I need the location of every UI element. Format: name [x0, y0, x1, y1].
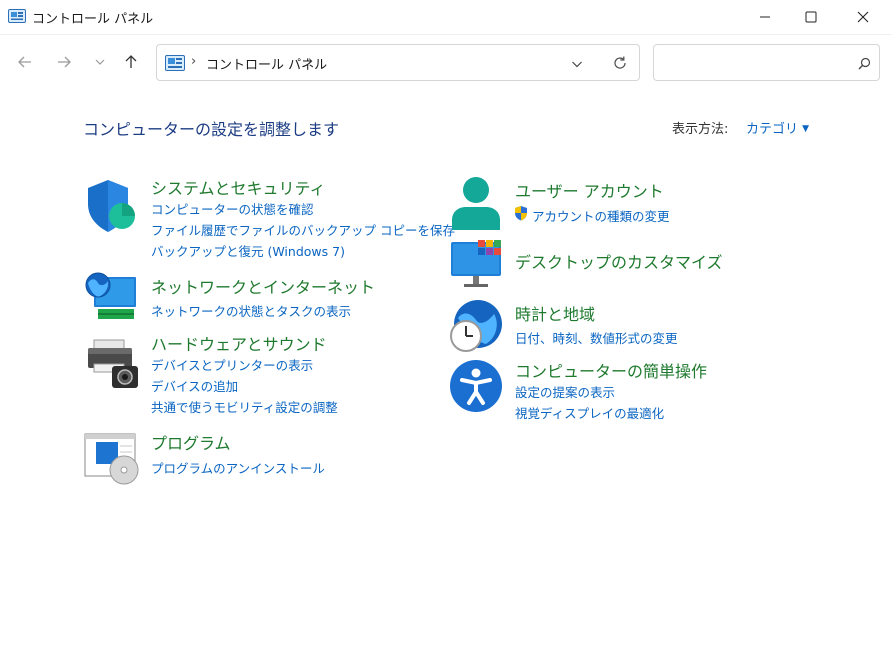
- category-desktop-customization[interactable]: デスクトップのカスタマイズ: [515, 249, 723, 273]
- link-devices-printers[interactable]: デバイスとプリンターの表示: [151, 355, 313, 374]
- back-button[interactable]: [13, 50, 37, 74]
- view-by-label: 表示方法:: [672, 122, 729, 137]
- caret-down-icon: ▼: [802, 124, 810, 134]
- search-box[interactable]: [653, 44, 880, 81]
- link-network-status-tasks[interactable]: ネットワークの状態とタスクの表示: [151, 301, 351, 320]
- minimize-button[interactable]: [742, 0, 788, 34]
- recent-locations-button[interactable]: [88, 50, 112, 74]
- category-user-accounts[interactable]: ユーザー アカウント: [515, 178, 664, 202]
- link-settings-suggestions[interactable]: 設定の提案の表示: [515, 382, 615, 401]
- program-disc-icon: [84, 433, 139, 485]
- link-uninstall-program[interactable]: プログラムのアンインストール: [151, 458, 325, 477]
- arrow-up-icon: [125, 55, 137, 68]
- maximize-button[interactable]: [788, 0, 834, 34]
- up-button[interactable]: [119, 50, 143, 74]
- link-check-computer-status[interactable]: コンピューターの状態を確認: [151, 199, 314, 218]
- link-optimize-visual-display[interactable]: 視覚ディスプレイの最適化: [515, 403, 664, 422]
- breadcrumb-separator-icon: ›: [191, 54, 197, 69]
- category-ease-of-access[interactable]: コンピューターの簡単操作: [515, 358, 707, 382]
- clock-globe-icon: [450, 300, 502, 352]
- view-by-dropdown[interactable]: カテゴリ ▼: [746, 118, 809, 137]
- link-date-time-format[interactable]: 日付、時刻、数値形式の変更: [515, 328, 678, 347]
- chevron-down-icon: [95, 59, 105, 65]
- refresh-icon[interactable]: [612, 55, 628, 71]
- page-title: コンピューターの設定を調整します: [83, 120, 340, 139]
- close-icon: [857, 11, 869, 23]
- category-hardware-sound[interactable]: ハードウェアとサウンド: [151, 331, 327, 355]
- forward-button[interactable]: [52, 50, 76, 74]
- arrow-left-icon: [18, 56, 31, 68]
- category-programs[interactable]: プログラム: [151, 430, 231, 454]
- category-system-security[interactable]: システムとセキュリティ: [151, 175, 326, 199]
- link-backup-restore[interactable]: バックアップと復元 (Windows 7): [151, 241, 345, 260]
- control-panel-icon: [8, 9, 26, 23]
- link-change-account-type[interactable]: アカウントの種類の変更: [532, 206, 670, 225]
- link-mobility-settings[interactable]: 共通で使うモビリティ設定の調整: [151, 397, 338, 416]
- window-title: コントロール パネル: [32, 12, 154, 27]
- arrow-right-icon: [58, 56, 71, 68]
- title-bar: コントロール パネル: [0, 0, 892, 35]
- category-clock-region[interactable]: 時計と地域: [515, 301, 595, 325]
- security-shield-icon: [88, 180, 135, 232]
- network-globe-icon: [85, 272, 136, 319]
- monitor-desktop-icon: [451, 240, 501, 287]
- link-add-device[interactable]: デバイスの追加: [151, 376, 238, 395]
- address-dropdown-icon[interactable]: [571, 58, 583, 70]
- printer-camera-icon: [88, 339, 138, 388]
- close-button[interactable]: [840, 0, 886, 34]
- maximize-icon: [805, 11, 817, 23]
- accessibility-icon: [450, 360, 502, 412]
- user-account-icon: [452, 177, 500, 230]
- search-icon[interactable]: [858, 57, 871, 70]
- minimize-icon: [760, 16, 770, 18]
- view-by-value: カテゴリ: [746, 122, 799, 137]
- address-bar[interactable]: › コントロール パネル ›: [156, 44, 640, 81]
- breadcrumb-separator-icon: ›: [308, 54, 314, 69]
- category-network-internet[interactable]: ネットワークとインターネット: [151, 274, 375, 298]
- uac-shield-icon: [515, 206, 527, 221]
- link-file-history-backup[interactable]: ファイル履歴でファイルのバックアップ コピーを保存: [151, 220, 455, 239]
- search-input[interactable]: [660, 51, 854, 75]
- control-panel-icon: [165, 55, 185, 71]
